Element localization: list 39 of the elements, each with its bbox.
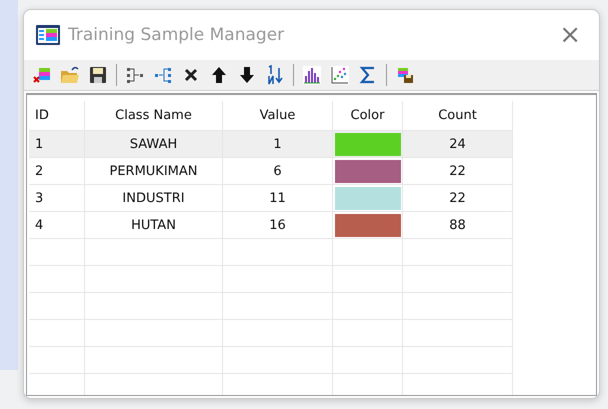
- column-header[interactable]: Class Name: [85, 101, 223, 131]
- column-header[interactable]: Count: [403, 101, 513, 131]
- merge-icon[interactable]: [125, 65, 145, 85]
- table-cell: 88: [403, 212, 513, 239]
- table-cell: 2: [29, 158, 85, 185]
- table-cell: SAWAH: [85, 131, 223, 158]
- delete-class-icon[interactable]: [32, 65, 52, 85]
- table-cell: 16: [223, 212, 333, 239]
- table-cell: HUTAN: [85, 212, 223, 239]
- split-icon[interactable]: [153, 65, 173, 85]
- window-title: Training Sample Manager: [68, 25, 286, 45]
- table-cell: 22: [403, 158, 513, 185]
- histogram-icon[interactable]: [302, 65, 322, 85]
- table-cell: PERMUKIMAN: [85, 158, 223, 185]
- table-cell: 4: [29, 212, 85, 239]
- table-cell: 1: [29, 131, 85, 158]
- color-swatch[interactable]: [334, 160, 400, 182]
- arrow-down-icon[interactable]: [237, 65, 257, 85]
- table-cell: 3: [29, 185, 85, 212]
- sort-icon[interactable]: [265, 65, 285, 85]
- column-header[interactable]: Color: [333, 101, 403, 131]
- app-icon: [36, 25, 60, 45]
- scatter-plot-icon[interactable]: [330, 65, 350, 85]
- table-cell: 11: [223, 185, 333, 212]
- column-header[interactable]: Value: [223, 101, 333, 131]
- table-cell: 22: [403, 185, 513, 212]
- table-cell: 1: [223, 131, 333, 158]
- column-header[interactable]: ID: [29, 101, 85, 131]
- table-cell: 24: [403, 131, 513, 158]
- close-button[interactable]: ×: [553, 22, 587, 48]
- table-cell: INDUSTRI: [85, 185, 223, 212]
- export-icon[interactable]: [395, 65, 415, 85]
- arrow-up-icon[interactable]: [209, 65, 229, 85]
- color-swatch[interactable]: [334, 186, 400, 210]
- open-folder-icon[interactable]: [60, 65, 80, 85]
- color-swatch[interactable]: [334, 132, 400, 156]
- table-cell: 6: [223, 158, 333, 185]
- color-swatch[interactable]: [334, 214, 400, 236]
- save-icon[interactable]: [88, 65, 108, 85]
